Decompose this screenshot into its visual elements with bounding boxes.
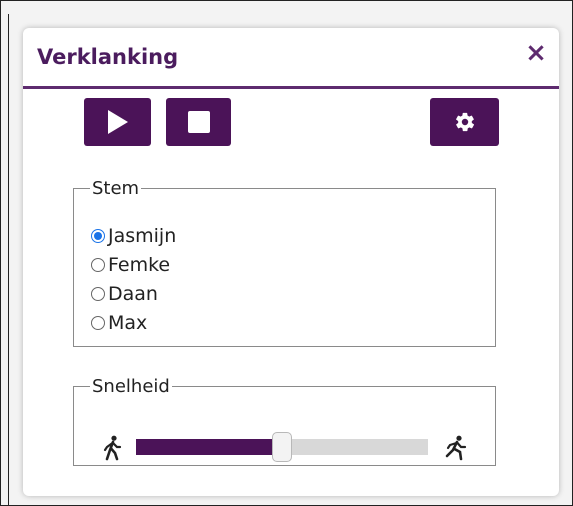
voice-option-jasmijn[interactable]: Jasmijn <box>91 222 176 250</box>
voice-option-label: Daan <box>108 283 158 305</box>
voice-legend: Stem <box>92 178 140 199</box>
dialog-title: Verklanking <box>37 45 179 69</box>
voice-option-max[interactable]: Max <box>91 309 147 337</box>
walking-person-icon <box>103 435 122 461</box>
voice-option-label: Max <box>108 312 148 334</box>
gear-icon <box>455 112 474 132</box>
play-button[interactable] <box>84 98 151 146</box>
tts-dialog: Verklanking × Stem Jasmijn Femke Daan Ma… <box>23 28 559 496</box>
voice-option-label: Jasmijn <box>108 225 177 247</box>
radio-jasmijn[interactable] <box>91 229 105 243</box>
play-icon <box>107 110 128 134</box>
voice-option-label: Femke <box>108 254 171 276</box>
stop-button[interactable] <box>166 98 231 146</box>
voice-group: Stem Jasmijn Femke Daan Max <box>73 178 496 347</box>
speed-legend: Snelheid <box>92 376 170 397</box>
speed-slider-thumb[interactable] <box>272 432 292 462</box>
dialog-header: Verklanking × <box>23 28 559 89</box>
frame-divider <box>8 14 9 506</box>
speed-slider[interactable] <box>136 432 428 462</box>
stop-icon <box>187 111 210 133</box>
close-button[interactable]: × <box>523 40 549 66</box>
voice-option-daan[interactable]: Daan <box>91 280 158 308</box>
running-person-icon <box>445 435 467 461</box>
settings-button[interactable] <box>430 98 499 146</box>
voice-option-femke[interactable]: Femke <box>91 251 170 279</box>
speed-slider-fill <box>136 439 282 455</box>
radio-daan[interactable] <box>91 287 105 301</box>
close-icon: × <box>525 38 547 68</box>
radio-max[interactable] <box>91 316 105 330</box>
radio-femke[interactable] <box>91 258 105 272</box>
speed-group: Snelheid <box>73 376 496 466</box>
